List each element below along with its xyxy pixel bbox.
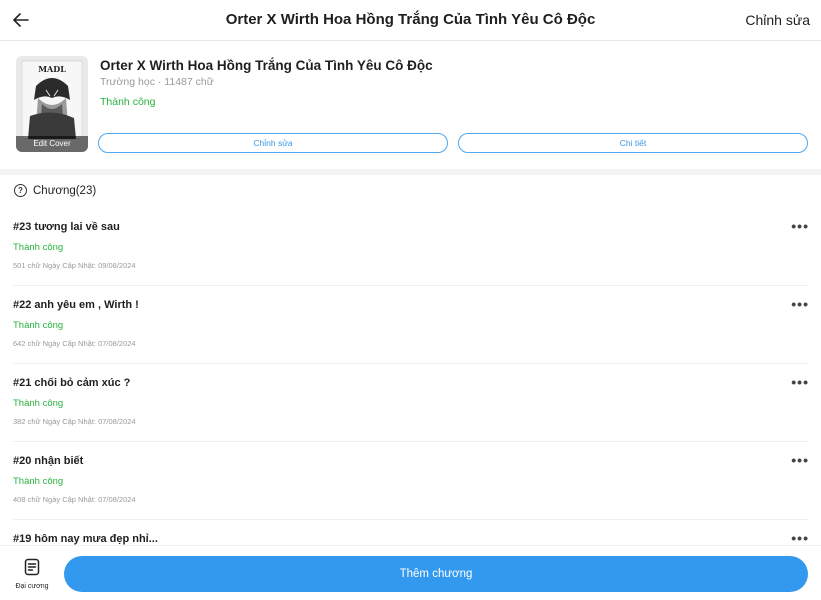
chapter-meta: 642 chữ Ngày Cập Nhật: 07/08/2024 (13, 339, 136, 348)
story-header: MADL Edit Cover Orter X Wirth Hoa Hồng T… (0, 41, 821, 169)
chapters-heading: Chương(23) (33, 184, 97, 197)
chapters-header: ? Chương(23) (14, 184, 96, 197)
chapter-meta: 501 chữ Ngày Cập Nhật: 09/08/2024 (13, 261, 136, 270)
chapter-status: Thành công (13, 398, 64, 409)
outline-label: Đại cương (15, 583, 49, 590)
chapter-title: #21 chối bỏ cảm xúc ? (13, 377, 131, 389)
chapter-title: #23 tương lai về sau (13, 221, 120, 233)
bottom-bar: Đại cương Thêm chương (0, 545, 821, 600)
chapter-meta: 408 chữ Ngày Cập Nhật: 07/08/2024 (13, 495, 136, 504)
page-title: Orter X Wirth Hoa Hồng Trắng Của Tình Yê… (225, 11, 596, 28)
edit-story-link[interactable]: Chỉnh sửa (745, 12, 810, 28)
more-options-icon[interactable]: ••• (791, 530, 809, 545)
add-chapter-button[interactable]: Thêm chương (64, 556, 808, 592)
chapter-item[interactable]: #20 nhận biết Thành công 408 chữ Ngày Cậ… (0, 442, 821, 520)
chapter-item[interactable]: #22 anh yêu em , Wirth ! Thành công 642 … (0, 286, 821, 364)
chapter-item[interactable]: #21 chối bỏ cảm xúc ? Thành công 382 chữ… (0, 364, 821, 442)
edit-button[interactable]: Chỉnh sửa (98, 133, 448, 153)
outline-tab[interactable]: Đại cương (10, 558, 54, 590)
story-cover[interactable]: MADL Edit Cover (16, 56, 88, 152)
chapter-status: Thành công (13, 476, 64, 487)
svg-text:MADL: MADL (38, 64, 66, 74)
more-options-icon[interactable]: ••• (791, 218, 809, 234)
chapter-status: Thành công (13, 320, 64, 331)
story-status: Thành công (100, 96, 156, 108)
chapter-title: #19 hôm nay mưa đẹp nhỉ... (13, 533, 158, 545)
more-options-icon[interactable]: ••• (791, 374, 809, 390)
story-title: Orter X Wirth Hoa Hồng Trắng Của Tình Yê… (100, 58, 433, 73)
top-bar: Orter X Wirth Hoa Hồng Trắng Của Tình Yê… (0, 0, 821, 41)
chapter-status: Thành công (13, 242, 64, 253)
chapter-title: #22 anh yêu em , Wirth ! (13, 299, 139, 311)
edit-cover-label: Edit Cover (16, 136, 88, 152)
chapter-item[interactable]: #23 tương lai về sau Thành công 501 chữ … (0, 208, 821, 286)
details-button[interactable]: Chi tiết (458, 133, 808, 153)
notes-icon (24, 558, 40, 576)
more-options-icon[interactable]: ••• (791, 452, 809, 468)
section-divider (0, 169, 821, 175)
chapter-title: #20 nhận biết (13, 455, 84, 467)
chapter-meta: 382 chữ Ngày Cập Nhật: 07/08/2024 (13, 417, 136, 426)
chapter-item[interactable]: #19 hôm nay mưa đẹp nhỉ... ••• (0, 520, 821, 545)
story-meta: Trường học · 11487 chữ (100, 76, 214, 88)
more-options-icon[interactable]: ••• (791, 296, 809, 312)
help-icon[interactable]: ? (14, 184, 27, 197)
